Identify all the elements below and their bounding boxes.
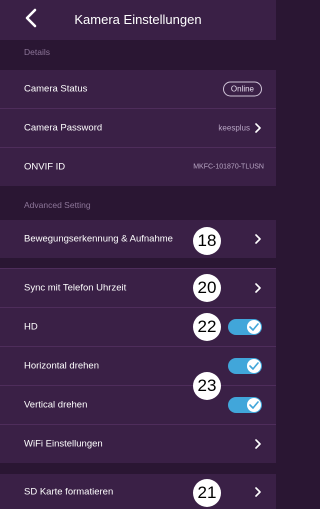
row-onvif-id: ONVIF ID MKFC-101870-TLUSN [0, 148, 276, 186]
check-icon [249, 362, 259, 370]
onvif-id-value: MKFC-101870-TLUSN [193, 163, 264, 171]
hd-toggle[interactable] [228, 319, 262, 335]
sd-format-label: SD Karte formatieren [24, 486, 114, 497]
status-badge: Online [222, 81, 262, 97]
row-motion-detection[interactable]: Bewegungserkennung & Aufnahme [0, 220, 276, 258]
section-label-details: Details [24, 47, 50, 57]
chevron-right-icon [255, 439, 261, 449]
toggle-knob [247, 320, 261, 334]
hd-label: HD [24, 321, 38, 333]
annotation-badge: 20 [193, 274, 221, 302]
annotation-badge: 23 [193, 372, 221, 400]
motion-detection-label: Bewegungserkennung & Aufnahme [24, 233, 173, 245]
header-bar: Kamera Einstellungen [0, 0, 276, 40]
toggle-knob [247, 398, 261, 412]
wifi-settings-label: WiFi Einstellungen [24, 438, 103, 450]
horizontal-flip-label: Horizontal drehen [24, 360, 99, 372]
toggle-knob [247, 359, 261, 373]
onvif-id-label: ONVIF ID [24, 161, 66, 173]
row-camera-status: Camera Status Online [0, 70, 276, 108]
camera-status-label: Camera Status [24, 83, 88, 95]
check-icon [249, 401, 259, 409]
row-sd-format[interactable]: SD Karte formatieren [0, 474, 276, 509]
chevron-right-icon [255, 486, 261, 497]
chevron-right-icon [255, 234, 261, 244]
settings-screen: Kamera Einstellungen Details Camera Stat… [0, 0, 276, 509]
chevron-right-icon [255, 283, 261, 293]
row-sync-time[interactable]: Sync mit Telefon Uhrzeit [0, 269, 276, 307]
chevron-right-icon [255, 123, 261, 133]
row-vertical-flip: Vertical drehen [0, 386, 276, 424]
annotation-badge: 22 [193, 313, 221, 341]
camera-password-label: Camera Password [24, 122, 103, 134]
page-title: Kamera Einstellungen [74, 12, 202, 27]
sync-time-label: Sync mit Telefon Uhrzeit [24, 282, 127, 294]
row-wifi-settings[interactable]: WiFi Einstellungen [0, 425, 276, 463]
vertical-flip-toggle[interactable] [228, 397, 262, 413]
vertical-flip-label: Vertical drehen [24, 399, 88, 411]
camera-password-value: keesplus [218, 123, 250, 133]
row-hd: HD [0, 308, 276, 346]
annotation-badge: 18 [193, 227, 221, 255]
section-label-advanced: Advanced Setting [24, 200, 91, 210]
row-horizontal-flip: Horizontal drehen [0, 347, 276, 385]
horizontal-flip-toggle[interactable] [228, 358, 262, 374]
row-camera-password[interactable]: Camera Password keesplus [0, 109, 276, 147]
check-icon [249, 323, 259, 331]
annotation-badge: 21 [193, 479, 221, 507]
